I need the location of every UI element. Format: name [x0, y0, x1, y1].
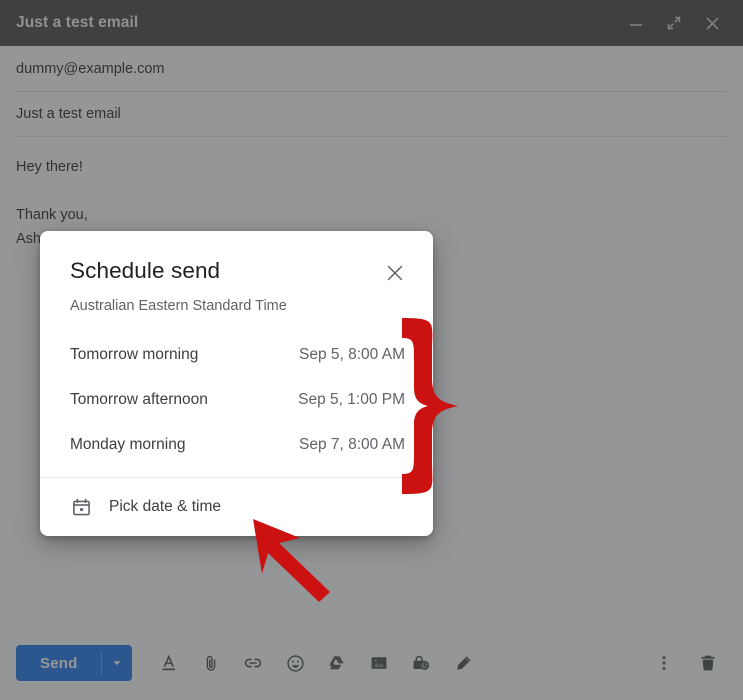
dialog-header: Schedule send Australian Eastern Standar…: [40, 231, 433, 316]
schedule-option-time: Sep 7, 8:00 AM: [299, 435, 405, 453]
schedule-option-label: Tomorrow afternoon: [70, 390, 208, 408]
schedule-option-row[interactable]: Tomorrow morning Sep 5, 8:00 AM: [40, 332, 433, 377]
schedule-option-row[interactable]: Monday morning Sep 7, 8:00 AM: [40, 422, 433, 467]
dialog-title: Schedule send: [70, 258, 221, 283]
calendar-icon: [70, 496, 92, 518]
schedule-option-row[interactable]: Tomorrow afternoon Sep 5, 1:00 PM: [40, 377, 433, 422]
schedule-option-label: Tomorrow morning: [70, 345, 199, 363]
schedule-option-time: Sep 5, 1:00 PM: [298, 390, 405, 408]
dialog-header-text: Schedule send Australian Eastern Standar…: [70, 257, 381, 316]
schedule-send-dialog: Schedule send Australian Eastern Standar…: [40, 231, 433, 536]
pick-date-time-label: Pick date & time: [109, 498, 221, 515]
gmail-compose-screen: Just a test email: [0, 0, 743, 700]
schedule-option-time: Sep 5, 8:00 AM: [299, 345, 405, 363]
close-icon[interactable]: [381, 259, 409, 287]
schedule-option-label: Monday morning: [70, 435, 186, 453]
pick-date-time-row[interactable]: Pick date & time: [40, 478, 433, 536]
dialog-timezone-subtitle: Australian Eastern Standard Time: [70, 298, 287, 314]
schedule-options-list: Tomorrow morning Sep 5, 8:00 AM Tomorrow…: [40, 316, 433, 477]
